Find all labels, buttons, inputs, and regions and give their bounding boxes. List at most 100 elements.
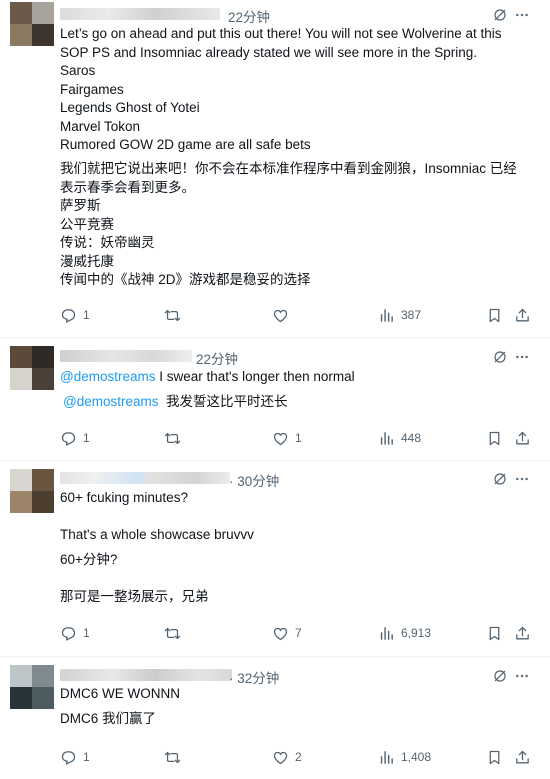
avatar[interactable] bbox=[10, 665, 54, 709]
avatar[interactable] bbox=[10, 469, 54, 513]
share-button[interactable] bbox=[514, 427, 531, 449]
views-button[interactable]: 387 bbox=[378, 304, 421, 326]
post[interactable]: · 32分钟 DMC6 WE WONNN DMC6 我们赢了 1 2 1,408 bbox=[0, 657, 550, 779]
translation-line: 60+分钟? bbox=[60, 552, 118, 567]
translation-text: 那可是一整场展示，兄弟 bbox=[60, 588, 209, 607]
post-line: Legends Ghost of Yotei bbox=[60, 100, 200, 115]
share-icon bbox=[514, 307, 531, 324]
mention-link[interactable]: @demostreams bbox=[60, 369, 155, 384]
reply-icon bbox=[60, 307, 77, 324]
share-button[interactable] bbox=[514, 304, 531, 326]
views-button[interactable]: 448 bbox=[378, 427, 421, 449]
post-line: Fairgames bbox=[60, 81, 124, 97]
more-icon[interactable] bbox=[514, 7, 530, 23]
avatar[interactable] bbox=[10, 2, 54, 46]
views-count: 1,408 bbox=[401, 750, 432, 764]
translation-line: 漫威托康 bbox=[60, 253, 114, 269]
bookmark-button[interactable] bbox=[486, 622, 503, 644]
more-icon[interactable] bbox=[514, 471, 530, 487]
share-button[interactable] bbox=[514, 622, 531, 644]
views-button[interactable]: 6,913 bbox=[378, 622, 431, 644]
reply-count: 1 bbox=[83, 431, 90, 445]
translation-text: 我们就把它说出来吧！你不会在本标准作程序中看到金刚狼，Insomniac 已经 … bbox=[60, 160, 517, 290]
like-button[interactable]: 1 bbox=[272, 427, 302, 449]
translation-line: 传说：妖帝幽灵 bbox=[60, 235, 155, 250]
post-time[interactable]: 22分钟 bbox=[196, 348, 238, 368]
reply-button[interactable]: 1 bbox=[60, 304, 90, 326]
post-line: DMC6 WE WONNN bbox=[60, 686, 180, 701]
post-line: 60+ fcuking minutes? bbox=[60, 490, 188, 505]
user-name[interactable] bbox=[60, 350, 192, 362]
grok-icon[interactable] bbox=[492, 349, 508, 365]
translation-text: 60+分钟? bbox=[60, 551, 117, 570]
views-icon bbox=[378, 625, 395, 642]
reply-button[interactable]: 1 bbox=[60, 746, 90, 768]
action-bar: 1 2 1,408 bbox=[60, 746, 540, 768]
user-name[interactable] bbox=[60, 669, 232, 681]
like-button[interactable]: 7 bbox=[272, 622, 302, 644]
like-button[interactable] bbox=[272, 304, 295, 326]
translation-line: 传闻中的《战神 2D》游戏都是稳妥的选择 bbox=[60, 272, 311, 287]
more-icon[interactable] bbox=[514, 668, 530, 684]
post-time[interactable]: · 30分钟 bbox=[229, 470, 279, 490]
reply-button[interactable]: 1 bbox=[60, 427, 90, 449]
post-time[interactable]: 22分钟 bbox=[228, 6, 270, 26]
post-text: DMC6 WE WONNN bbox=[60, 685, 180, 704]
like-button[interactable]: 2 bbox=[272, 746, 302, 768]
post[interactable]: 22分钟 @demostreams I swear that's longer … bbox=[0, 338, 550, 461]
post-line: Let’s go on ahead and put this out there… bbox=[60, 26, 502, 41]
post[interactable]: 22分钟 Let’s go on ahead and put this out … bbox=[0, 0, 550, 338]
bookmark-icon bbox=[486, 749, 503, 766]
post-text: 60+ fcuking minutes? bbox=[60, 489, 188, 508]
reply-button[interactable]: 1 bbox=[60, 622, 90, 644]
translation-line: DMC6 我们赢了 bbox=[60, 711, 157, 726]
avatar[interactable] bbox=[10, 346, 54, 390]
reply-count: 1 bbox=[83, 750, 90, 764]
user-name[interactable] bbox=[60, 472, 230, 484]
bookmark-button[interactable] bbox=[486, 304, 503, 326]
translation-line: 我们就把它说出来吧！你不会在本标准作程序中看到金刚狼，Insomniac 已经 bbox=[60, 161, 517, 176]
translation-text: DMC6 我们赢了 bbox=[60, 710, 156, 729]
post-time[interactable]: · 32分钟 bbox=[229, 667, 279, 687]
action-bar: 1 1 448 bbox=[60, 427, 540, 449]
user-name[interactable] bbox=[60, 8, 220, 20]
bookmark-icon bbox=[486, 625, 503, 642]
post-text: Let’s go on ahead and put this out there… bbox=[60, 25, 502, 155]
translation-line: 表示春季会看到更多。 bbox=[60, 179, 195, 195]
views-button[interactable]: 1,408 bbox=[378, 746, 431, 768]
more-icon[interactable] bbox=[514, 349, 530, 365]
grok-icon[interactable] bbox=[492, 471, 508, 487]
repost-icon bbox=[164, 625, 181, 642]
like-count: 7 bbox=[295, 626, 302, 640]
views-icon bbox=[378, 307, 395, 324]
repost-button[interactable] bbox=[164, 746, 181, 768]
mention-link[interactable]: @demostreams bbox=[63, 394, 158, 409]
views-count: 387 bbox=[401, 308, 422, 322]
post-text: @demostreams I swear that's longer then … bbox=[60, 368, 355, 387]
repost-button[interactable] bbox=[164, 304, 181, 326]
share-icon bbox=[514, 430, 531, 447]
bookmark-icon bbox=[486, 307, 503, 324]
repost-icon bbox=[164, 307, 181, 324]
like-count: 1 bbox=[295, 431, 302, 445]
share-icon bbox=[514, 625, 531, 642]
translation-line: 我发誓这比平时还长 bbox=[166, 394, 288, 409]
post-line: That's a whole showcase bruvvv bbox=[60, 527, 254, 542]
translation-line: 那可是一整场展示，兄弟 bbox=[60, 589, 209, 604]
like-icon bbox=[272, 749, 289, 766]
bookmark-icon bbox=[486, 430, 503, 447]
reply-icon bbox=[60, 749, 77, 766]
repost-button[interactable] bbox=[164, 427, 181, 449]
reply-icon bbox=[60, 625, 77, 642]
grok-icon[interactable] bbox=[492, 7, 508, 23]
bookmark-button[interactable] bbox=[486, 427, 503, 449]
bookmark-button[interactable] bbox=[486, 746, 503, 768]
share-icon bbox=[514, 749, 531, 766]
action-bar: 1 387 bbox=[60, 304, 540, 326]
share-button[interactable] bbox=[514, 746, 531, 768]
views-count: 448 bbox=[401, 431, 422, 445]
repost-button[interactable] bbox=[164, 622, 181, 644]
like-count: 2 bbox=[295, 750, 302, 764]
grok-icon[interactable] bbox=[492, 668, 508, 684]
post[interactable]: · 30分钟 60+ fcuking minutes? That's a who… bbox=[0, 461, 550, 657]
